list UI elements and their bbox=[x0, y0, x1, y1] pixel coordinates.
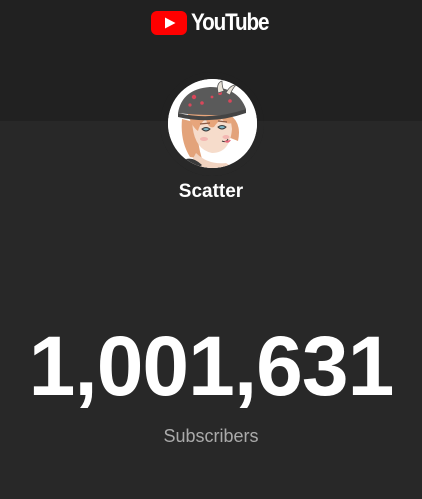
youtube-logo[interactable]: YouTube bbox=[0, 11, 422, 35]
youtube-wordmark: YouTube bbox=[191, 9, 270, 36]
youtube-play-icon bbox=[151, 11, 187, 35]
subscriber-count: 1,001,631 bbox=[28, 319, 395, 413]
avatar-illustration bbox=[168, 79, 257, 168]
channel-name[interactable]: Scatter bbox=[0, 181, 422, 203]
channel-avatar[interactable] bbox=[168, 79, 257, 168]
subscriber-label: Subscribers bbox=[163, 426, 259, 446]
